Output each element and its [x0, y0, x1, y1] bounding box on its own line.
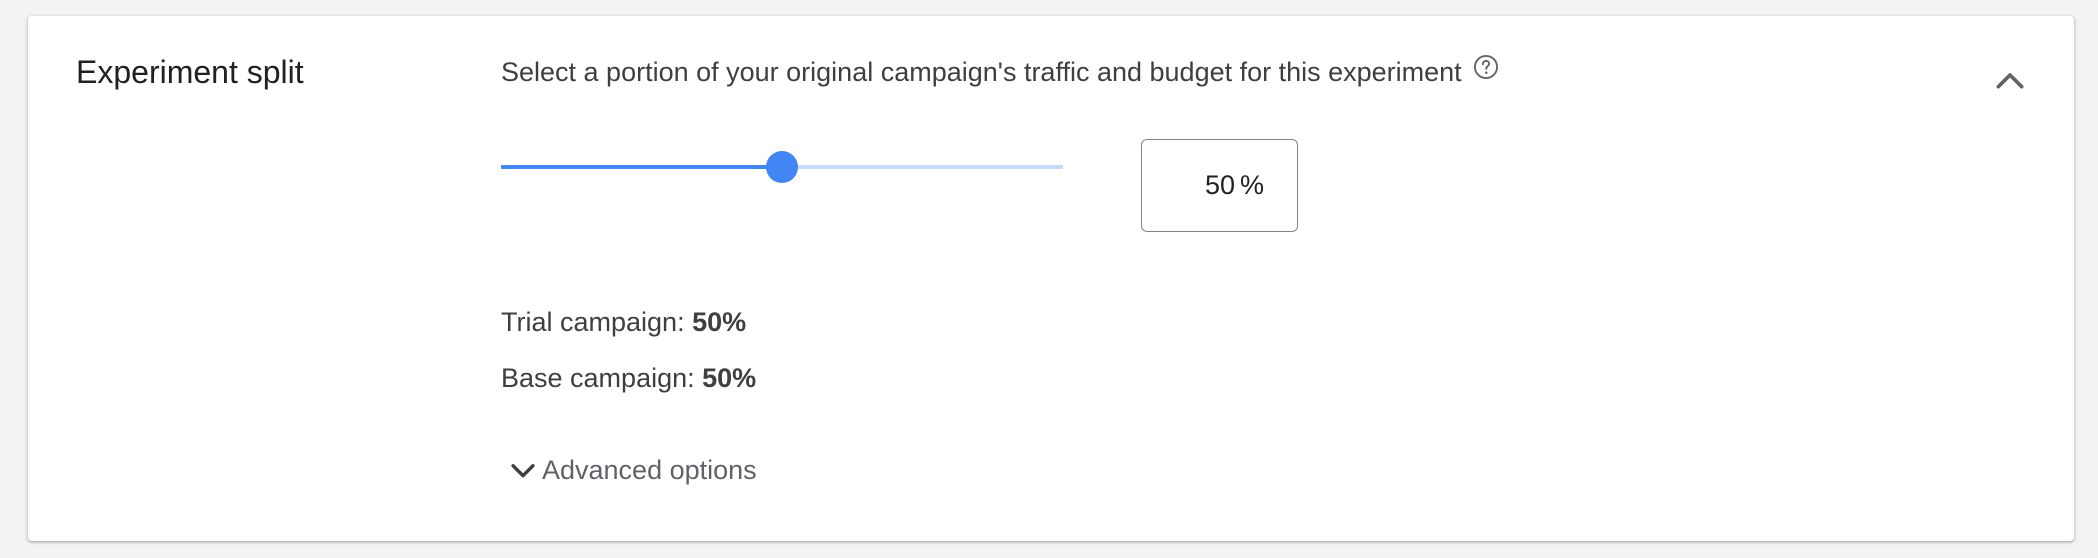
percent-suffix: % — [1239, 170, 1264, 200]
slider-fill — [501, 165, 782, 169]
experiment-split-card: Experiment split Select a portion of you… — [28, 16, 2074, 541]
trial-campaign-value: 50% — [692, 307, 747, 337]
slider-thumb[interactable] — [766, 151, 798, 183]
section-description: Select a portion of your original campai… — [501, 54, 1500, 90]
chevron-down-icon — [511, 464, 535, 478]
collapse-button[interactable] — [1986, 56, 2034, 104]
trial-campaign-stat: Trial campaign: 50% — [501, 304, 746, 340]
split-slider[interactable] — [501, 150, 1063, 184]
base-campaign-stat: Base campaign: 50% — [501, 360, 756, 396]
split-percent-input[interactable]: 50% — [1141, 139, 1298, 232]
base-campaign-value: 50% — [702, 363, 757, 393]
chevron-up-icon — [1996, 73, 2024, 89]
help-icon[interactable] — [1472, 53, 1500, 81]
percent-value: 50 — [1204, 170, 1235, 200]
trial-campaign-label: Trial campaign: — [501, 307, 685, 337]
advanced-options-toggle[interactable]: Advanced options — [506, 452, 757, 488]
section-title: Experiment split — [76, 54, 304, 90]
base-campaign-label: Base campaign: — [501, 363, 695, 393]
advanced-options-label: Advanced options — [542, 455, 757, 485]
description-text: Select a portion of your original campai… — [501, 57, 1462, 87]
